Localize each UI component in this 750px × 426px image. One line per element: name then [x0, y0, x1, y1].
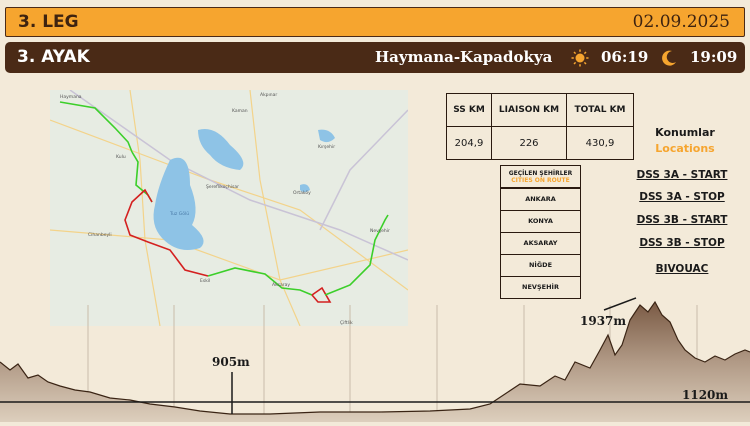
liaison-km-header: LIAISON KM	[491, 93, 567, 127]
map-label-eskil: Eskil	[200, 278, 210, 284]
locations-title-en: Locations	[655, 142, 715, 155]
locations-heading: Konumlar Locations	[630, 126, 740, 155]
cities-title-tr: GEÇİLEN ŞEHİRLER	[508, 170, 573, 177]
map-label-seref: Şereflikoçhisar	[206, 184, 239, 190]
map-label-ortakoy: Ortaköy	[293, 190, 311, 196]
map-label-haymana: Haymana	[60, 94, 82, 100]
elevation-end-label: 1120m	[682, 388, 729, 402]
moon-icon	[660, 49, 678, 71]
dss-3a-start-link[interactable]: DSS 3A - START	[622, 169, 742, 181]
city-item: ANKARA	[501, 188, 580, 210]
ss-km-value: 204,9	[446, 126, 492, 160]
city-item: KONYA	[501, 210, 580, 232]
elevation-max-label: 1937m	[580, 314, 627, 328]
distance-table: SS KM LIAISON KM TOTAL KM 204,9 226 430,…	[446, 93, 634, 160]
map-label-kirsehir: Kırşehir	[318, 144, 335, 150]
bivouac-link[interactable]: BIVOUAC	[622, 263, 742, 275]
map-label-tuz: Tuz Gölü	[169, 211, 189, 217]
map-label-kaman: Kaman	[232, 108, 248, 114]
sun-icon	[571, 49, 589, 71]
map-label-aksaray: Aksaray	[272, 282, 290, 288]
map-label-nevsehir: Nevşehir	[370, 228, 390, 234]
map-label-akpinar: Akpınar	[260, 92, 277, 98]
dss-3b-stop-link[interactable]: DSS 3B - STOP	[622, 237, 742, 249]
map-label-cihanbeyli: Cihanbeyli	[88, 232, 112, 238]
ayak-header-bar: 3. AYAK Haymana-Kapadokya 06:19 19:09	[5, 42, 745, 73]
dss-3a-stop-link[interactable]: DSS 3A - STOP	[622, 191, 742, 203]
city-item: NİĞDE	[501, 254, 580, 276]
elevation-min-label: 905m	[212, 355, 250, 369]
city-item: AKSARAY	[501, 232, 580, 254]
ss-km-header: SS KM	[446, 93, 492, 127]
ayak-title: 3. AYAK	[17, 47, 90, 67]
route-name: Haymana-Kapadokya	[375, 48, 553, 66]
cities-header: GEÇİLEN ŞEHİRLER CITIES ON ROUTE	[501, 166, 580, 188]
cities-on-route: GEÇİLEN ŞEHİRLER CITIES ON ROUTE ANKARA …	[500, 165, 581, 299]
total-km-value: 430,9	[566, 126, 634, 160]
total-km-header: TOTAL KM	[566, 93, 634, 127]
liaison-km-value: 226	[491, 126, 567, 160]
sunrise-time: 06:19	[601, 48, 649, 66]
dss-3b-start-link[interactable]: DSS 3B - START	[622, 214, 742, 226]
sunset-time: 19:09	[690, 48, 738, 66]
map-label-kulu: Kulu	[116, 154, 126, 160]
leg-title: 3. LEG	[18, 12, 79, 32]
leg-header-bar: 3. LEG 02.09.2025	[5, 7, 745, 37]
leg-date: 02.09.2025	[632, 12, 730, 32]
locations-title-tr: Konumlar	[655, 126, 715, 139]
elevation-profile	[0, 290, 750, 426]
cities-title-en: CITIES ON ROUTE	[511, 177, 570, 184]
